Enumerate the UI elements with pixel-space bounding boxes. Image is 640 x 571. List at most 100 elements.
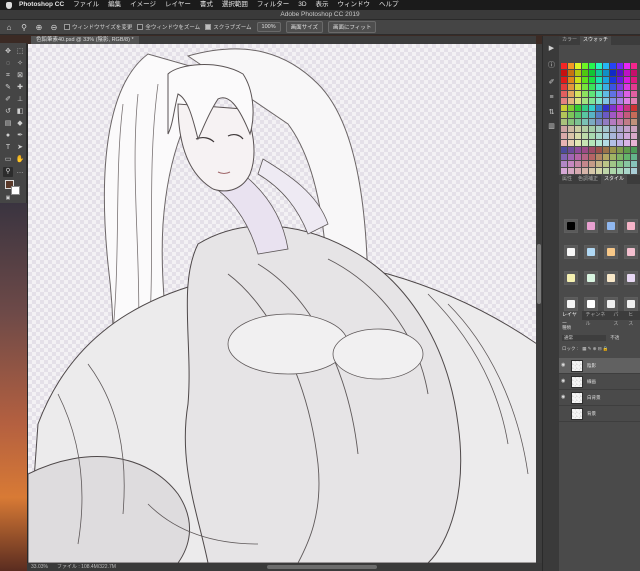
swatch-cell[interactable] (582, 70, 588, 76)
menu-edit[interactable]: 編集 (108, 0, 121, 10)
swatch-cell[interactable] (624, 105, 630, 111)
history-brush-icon[interactable]: ↺ (3, 107, 13, 117)
hand-tool-icon[interactable]: ✋ (15, 155, 25, 165)
eraser-tool-icon[interactable]: ◧ (15, 107, 25, 117)
swatch-cell[interactable] (589, 147, 595, 153)
swatch-cell[interactable] (624, 70, 630, 76)
pen-tool-icon[interactable]: ✒ (15, 131, 25, 141)
swatch-cell[interactable] (610, 84, 616, 90)
apple-icon[interactable] (6, 1, 12, 9)
swatch-cell[interactable] (568, 112, 574, 118)
resize-windows-checkbox[interactable]: ウィンドウサイズを変更 (64, 23, 132, 31)
swatch-cell[interactable] (596, 91, 602, 97)
swatch-cell[interactable] (589, 154, 595, 160)
info-icon[interactable]: ⓘ (547, 61, 556, 70)
swatch-cell[interactable] (617, 63, 623, 69)
lasso-tool-icon[interactable]: ◌ (3, 59, 13, 69)
swatch-cell[interactable] (624, 133, 630, 139)
swatch-cell[interactable] (589, 105, 595, 111)
tab-layers[interactable]: レイヤー (559, 311, 583, 327)
swatch-cell[interactable] (603, 133, 609, 139)
swatch-cell[interactable] (603, 147, 609, 153)
swatch-cell[interactable] (575, 161, 581, 167)
scrollbar-thumb[interactable] (537, 244, 541, 304)
swatch-cell[interactable] (596, 154, 602, 160)
swatch-cell[interactable] (589, 63, 595, 69)
scrubby-zoom-checkbox[interactable]: スクラブズーム (205, 23, 252, 31)
swatch-cell[interactable] (631, 77, 637, 83)
swatch-cell[interactable] (617, 161, 623, 167)
swatch-cell[interactable] (568, 77, 574, 83)
swatch-cell[interactable] (582, 84, 588, 90)
swatch-cell[interactable] (596, 147, 602, 153)
swatch-cell[interactable] (561, 140, 567, 146)
menu-filter[interactable]: フィルター (257, 0, 289, 10)
blur-tool-icon[interactable]: ◆ (15, 119, 25, 129)
swatch-cell[interactable] (568, 168, 574, 174)
shape-tool-icon[interactable]: ▭ (3, 155, 13, 165)
swatch-cell[interactable] (617, 91, 623, 97)
tab-adjustments[interactable]: 色調補正 (575, 175, 601, 184)
swatch-cell[interactable] (610, 119, 616, 125)
swatch-cell[interactable] (617, 105, 623, 111)
swatch-cell[interactable] (575, 154, 581, 160)
swatch-cell[interactable] (631, 63, 637, 69)
swatch-cell[interactable] (596, 168, 602, 174)
swatch-cell[interactable] (589, 140, 595, 146)
swatch-cell[interactable] (568, 154, 574, 160)
tab-properties[interactable]: 属性 (559, 175, 575, 184)
swatch-cell[interactable] (568, 133, 574, 139)
swatch-cell[interactable] (568, 161, 574, 167)
swatch-cell[interactable] (624, 63, 630, 69)
zoom-in-icon[interactable]: ⊕ (34, 22, 44, 32)
swatch-cell[interactable] (582, 63, 588, 69)
zoom-level[interactable]: 33.03% (31, 563, 48, 571)
swatch-cell[interactable] (589, 112, 595, 118)
swatch-cell[interactable] (596, 70, 602, 76)
swatch-cell[interactable] (568, 84, 574, 90)
swatch-cell[interactable] (582, 105, 588, 111)
swatch-cell[interactable] (561, 105, 567, 111)
menu-help[interactable]: ヘルプ (379, 0, 399, 10)
swatch-cell[interactable] (575, 133, 581, 139)
swatch-cell[interactable] (589, 119, 595, 125)
swatch-cell[interactable] (568, 140, 574, 146)
swatch-cell[interactable] (603, 105, 609, 111)
style-preset[interactable] (624, 271, 638, 285)
swatch-cell[interactable] (603, 140, 609, 146)
swatch-cell[interactable] (568, 70, 574, 76)
swatch-cell[interactable] (617, 84, 623, 90)
layer-row[interactable]: 背景 (559, 406, 640, 422)
swatch-cell[interactable] (589, 70, 595, 76)
swatch-cell[interactable] (596, 77, 602, 83)
style-preset[interactable] (604, 219, 618, 233)
swatch-cell[interactable] (603, 112, 609, 118)
zoom-tool-icon[interactable]: ⚲ (19, 22, 29, 32)
menu-select[interactable]: 選択範囲 (222, 0, 248, 10)
swatch-cell[interactable] (596, 63, 602, 69)
file-info[interactable]: ファイル : 108.4M/322.7M (57, 563, 116, 571)
swatch-cell[interactable] (610, 112, 616, 118)
swatch-cell[interactable] (631, 84, 637, 90)
swatch-cell[interactable] (568, 105, 574, 111)
swatch-cell[interactable] (603, 84, 609, 90)
swatch-cell[interactable] (561, 112, 567, 118)
swatch-cell[interactable] (596, 119, 602, 125)
fit-screen-button[interactable]: 画面サイズ (285, 21, 323, 33)
swatch-cell[interactable] (561, 84, 567, 90)
swatch-cell[interactable] (582, 161, 588, 167)
style-preset[interactable] (564, 297, 578, 311)
swatch-cell[interactable] (617, 147, 623, 153)
style-preset[interactable] (584, 219, 598, 233)
tab-color[interactable]: カラー (559, 36, 580, 45)
swatch-cell[interactable] (603, 63, 609, 69)
swatch-cell[interactable] (610, 154, 616, 160)
swatch-cell[interactable] (603, 91, 609, 97)
swatch-cell[interactable] (624, 77, 630, 83)
zoom-100-button[interactable]: 100% (256, 22, 281, 32)
swatch-cell[interactable] (610, 126, 616, 132)
swatch-cell[interactable] (575, 63, 581, 69)
swatch-cell[interactable] (631, 168, 637, 174)
swatch-cell[interactable] (561, 147, 567, 153)
swatch-cell[interactable] (561, 126, 567, 132)
